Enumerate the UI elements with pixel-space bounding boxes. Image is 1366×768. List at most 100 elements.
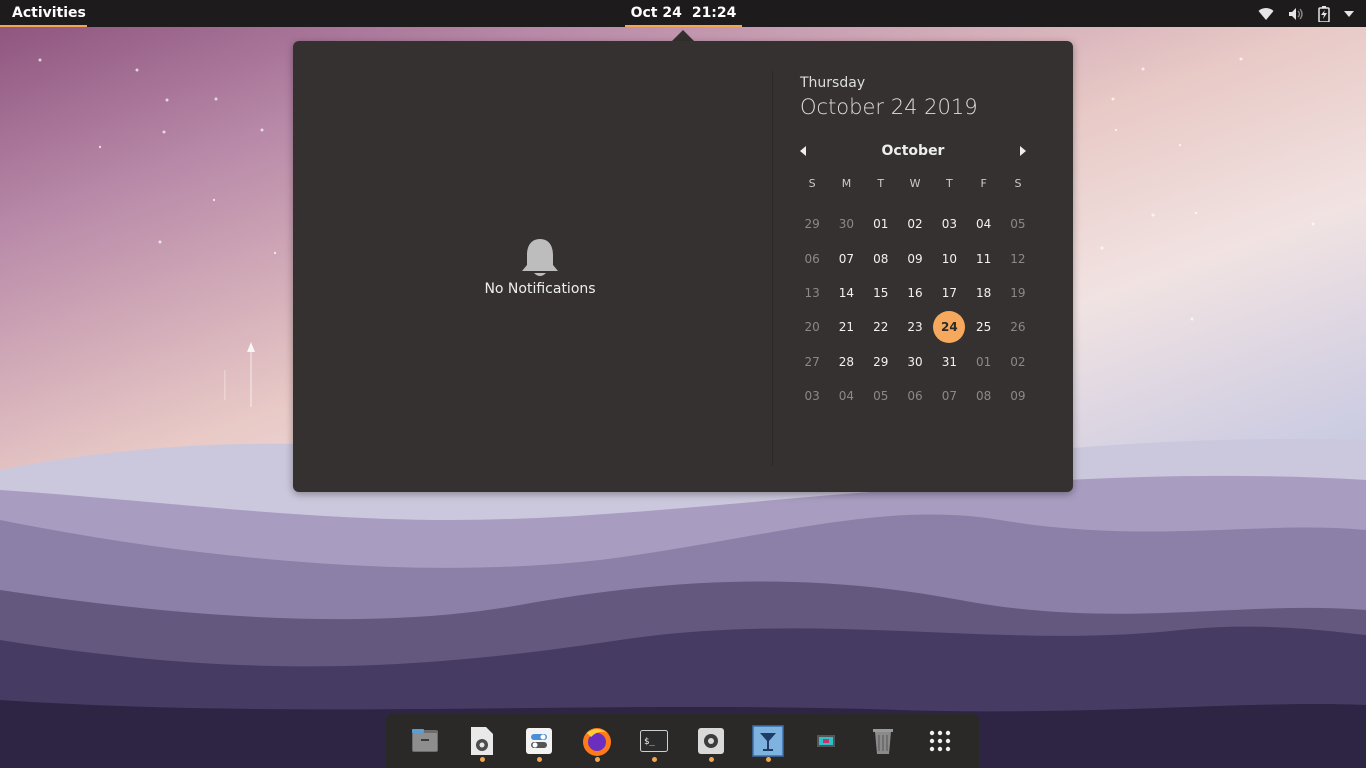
calendar-day[interactable]: 03 — [795, 379, 829, 413]
calendar-day-label: 05 — [873, 389, 889, 404]
terminal-button[interactable]: $_ — [634, 714, 674, 768]
calendar-day[interactable]: 22 — [864, 310, 898, 344]
firefox-button[interactable] — [577, 714, 617, 768]
today-full-date[interactable]: October 24 2019 — [800, 95, 978, 119]
calendar-day[interactable]: 04 — [966, 207, 1000, 241]
calendar-day[interactable]: 01 — [966, 345, 1000, 379]
calendar-day-label: 23 — [907, 320, 923, 335]
weekday-header: M — [841, 177, 852, 190]
calendar-day-label: 30 — [838, 217, 855, 232]
calendar-day[interactable]: 05 — [864, 379, 898, 413]
running-indicator — [709, 757, 715, 762]
calendar-day-label: 04 — [838, 389, 855, 404]
date-menu-popover: No Notifications Thursday October 24 201… — [293, 41, 1073, 492]
calendar-day[interactable]: 11 — [966, 241, 1000, 275]
calendar-day[interactable]: 06 — [898, 379, 932, 413]
previous-month-button[interactable] — [793, 141, 813, 161]
calendar-day[interactable]: 09 — [898, 241, 932, 275]
screen-recorder-icon — [816, 735, 835, 747]
calendar-day-label: 03 — [804, 389, 820, 404]
calendar-day[interactable]: 26 — [1001, 310, 1035, 344]
calendar-day-label: 03 — [941, 217, 957, 232]
calendar-day[interactable]: 12 — [1001, 241, 1035, 275]
calendar-day-label: 02 — [907, 217, 923, 232]
calendar-day[interactable]: 30 — [898, 345, 932, 379]
activities-button[interactable]: Activities — [0, 0, 87, 27]
running-indicator — [766, 757, 772, 762]
calendar-day[interactable]: 02 — [898, 207, 932, 241]
calendar-day[interactable]: 30 — [829, 207, 863, 241]
calendar-day[interactable]: 23 — [898, 310, 932, 344]
calendar-day[interactable]: 20 — [795, 310, 829, 344]
calendar-day[interactable]: 07 — [829, 241, 863, 275]
calendar-day[interactable]: 21 — [829, 310, 863, 344]
calendar-day[interactable]: 08 — [864, 241, 898, 275]
next-month-button[interactable] — [1013, 141, 1033, 161]
volume-icon — [1288, 7, 1304, 21]
trash-icon — [873, 729, 894, 754]
calendar-day[interactable]: 17 — [932, 276, 966, 310]
calendar-day-label: 14 — [838, 285, 855, 300]
calendar-day-label: 17 — [941, 285, 957, 300]
calendar-day-label: 06 — [907, 389, 923, 404]
files-app-icon — [411, 729, 438, 752]
glade-app-button[interactable] — [748, 714, 788, 768]
clock-button[interactable]: Oct 24 21:24 — [625, 0, 742, 27]
screen-recorder-button[interactable] — [806, 714, 846, 768]
wifi-icon — [1258, 7, 1274, 21]
calendar-day[interactable]: 02 — [1001, 345, 1035, 379]
calendar-day-label: 07 — [941, 389, 957, 404]
calendar-day-label: 04 — [975, 217, 992, 232]
calendar-day-label: 06 — [804, 251, 820, 266]
calendar-day[interactable]: 03 — [932, 207, 966, 241]
today-weekday[interactable]: Thursday — [800, 75, 865, 91]
files-app-button[interactable] — [405, 714, 445, 768]
calendar-day[interactable]: 04 — [829, 379, 863, 413]
tweaks-app-button[interactable] — [519, 714, 559, 768]
calendar-day[interactable]: 18 — [966, 276, 1000, 310]
terminal-icon: $_ — [639, 730, 668, 752]
calendar-day[interactable]: 06 — [795, 241, 829, 275]
text-editor-button[interactable] — [462, 714, 502, 768]
svg-text:$_: $_ — [644, 737, 655, 747]
system-tray[interactable] — [1258, 0, 1354, 27]
calendar-day[interactable]: 27 — [795, 345, 829, 379]
weekday-header: S — [808, 177, 816, 190]
calendar-day[interactable]: 25 — [966, 310, 1000, 344]
calendar-day[interactable]: 14 — [829, 276, 863, 310]
calendar-day[interactable]: 05 — [1001, 207, 1035, 241]
weekday-header: F — [980, 177, 987, 190]
running-indicator — [651, 757, 657, 762]
calendar-day-label: 21 — [838, 320, 855, 335]
trash-button[interactable] — [863, 714, 903, 768]
firefox-icon — [582, 728, 611, 756]
top-bar: Activities Oct 24 21:24 — [0, 0, 1366, 27]
calendar-day-label: 01 — [975, 354, 992, 369]
calendar-day[interactable]: 29 — [864, 345, 898, 379]
calendar-day[interactable]: 31 — [932, 345, 966, 379]
calendar-day[interactable]: 16 — [898, 276, 932, 310]
calendar-day[interactable]: 01 — [864, 207, 898, 241]
notification-pane: No Notifications — [293, 41, 773, 492]
calendar-day[interactable]: 09 — [1001, 379, 1035, 413]
calendar-day-label: 15 — [873, 285, 889, 300]
weekday-header-row: SMTWTFS — [795, 177, 1035, 190]
calendar-day-label: 22 — [873, 320, 889, 335]
calendar-day[interactable]: 19 — [1001, 276, 1035, 310]
clock-time: 21:24 — [691, 4, 737, 21]
calendar-day[interactable]: 28 — [829, 345, 863, 379]
calendar-day-label: 18 — [975, 285, 992, 300]
calendar-day[interactable]: 13 — [795, 276, 829, 310]
calendar-day-label: 05 — [1010, 217, 1026, 232]
settings-button[interactable] — [691, 714, 731, 768]
calendar-day[interactable]: 15 — [864, 276, 898, 310]
calendar-day[interactable]: 10 — [932, 241, 966, 275]
show-applications-button[interactable] — [920, 714, 960, 768]
calendar-day-label: 16 — [907, 285, 923, 300]
calendar-day[interactable]: 29 — [795, 207, 829, 241]
calendar-day[interactable]: 08 — [966, 379, 1000, 413]
calendar-day-label: 13 — [804, 285, 820, 300]
system-menu-arrow-icon — [1344, 10, 1354, 17]
calendar-day-today[interactable]: 24 — [932, 310, 966, 344]
calendar-day[interactable]: 07 — [932, 379, 966, 413]
